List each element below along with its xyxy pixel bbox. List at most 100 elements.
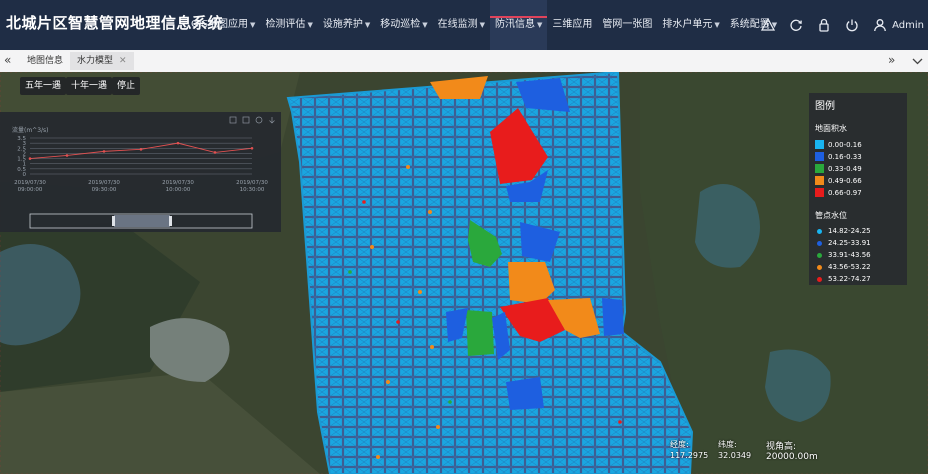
legend-item: 53.22-74.27 <box>815 275 871 283</box>
legend-dot <box>817 264 822 270</box>
nav-label: GIS地图应用 <box>191 19 249 30</box>
slider-handle-right[interactable] <box>169 216 172 226</box>
legend-swatch <box>815 152 824 161</box>
legend-swatch <box>815 140 824 149</box>
toolbox-zoom-icon[interactable] <box>229 116 237 124</box>
data-point <box>213 151 217 154</box>
nav-network-map[interactable]: 管网一张图 <box>597 0 657 50</box>
top-icons: Admin <box>761 0 924 50</box>
x-tick-label: 2019/07/30 <box>236 180 268 186</box>
caret-down-icon: ▼ <box>307 21 313 29</box>
time-slider[interactable] <box>29 213 253 229</box>
nav-patrol[interactable]: 移动巡检 ▼ <box>375 0 432 50</box>
caret-down-icon: ▼ <box>479 21 485 29</box>
x-tick-label: 2019/07/30 <box>14 180 46 186</box>
legend-label: 0.00-0.16 <box>828 140 862 149</box>
ten-year-button[interactable]: 十年一遇 <box>66 77 113 95</box>
legend-swatch <box>815 176 824 185</box>
tab-label: 水力模型 <box>77 56 114 66</box>
data-point <box>65 154 69 157</box>
legend-label: 14.82-24.25 <box>828 227 871 235</box>
x-tick-label: 10:30:00 <box>240 187 265 193</box>
refresh-icon[interactable] <box>789 18 803 32</box>
legend-dot <box>817 276 822 282</box>
user-menu[interactable]: Admin <box>873 18 924 32</box>
legend-item: 0.49-0.66 <box>815 176 862 185</box>
legend-dot <box>817 252 822 258</box>
legend-label: 53.22-74.27 <box>828 275 871 283</box>
legend-label: 33.91-43.56 <box>828 251 871 259</box>
stop-button[interactable]: 停止 <box>112 77 141 95</box>
five-year-button[interactable]: 五年一遇 <box>20 77 67 95</box>
legend-item: 0.16-0.33 <box>815 152 862 161</box>
data-point <box>176 141 180 145</box>
map-legend: 图例 地面积水 0.00-0.16 0.16-0.33 0.33-0.49 0.… <box>809 93 907 285</box>
power-icon[interactable] <box>845 18 859 32</box>
nav-3d[interactable]: 三维应用 <box>547 0 597 50</box>
nav-flood[interactable]: 防汛信息 ▼ <box>490 0 548 50</box>
legend-title: 图例 <box>815 101 835 112</box>
tab-bar: « 地图信息 水力模型 ✕ » <box>0 50 928 73</box>
nav-label: 移动巡检 <box>380 19 421 30</box>
nav-drainage-units[interactable]: 排水户单元 ▼ <box>657 0 724 50</box>
longitude-value: 117.2975 <box>670 451 709 460</box>
chevron-down-icon[interactable] <box>912 56 923 66</box>
close-icon[interactable]: ✕ <box>119 56 127 66</box>
series-line <box>29 142 253 160</box>
map-view[interactable]: 五年一遇 十年一遇 停止 流量(m^3/s) 3.5 3 2.5 2 1.5 1 0.5 0 2… <box>0 72 928 474</box>
top-bar: 北城片区智慧管网地理信息系统 GIS地图应用 ▼ 检测评估 ▼ 设施养护 ▼ 移动巡检… <box>0 0 928 50</box>
lock-icon[interactable] <box>817 18 831 32</box>
warning-icon[interactable] <box>761 18 776 32</box>
nav-label: 设施养护 <box>322 19 363 30</box>
legend-item: 0.33-0.49 <box>815 164 862 173</box>
caret-down-icon: ▼ <box>537 21 543 29</box>
data-point <box>250 146 254 150</box>
legend-area-title: 地面积水 <box>815 124 847 133</box>
nav-label: 管网一张图 <box>602 19 653 30</box>
view-height-value: 20000.00m <box>766 452 818 462</box>
username: Admin <box>892 19 924 31</box>
double-chevron-right-icon[interactable]: » <box>888 53 895 67</box>
x-tick-label: 09:30:00 <box>92 187 117 193</box>
legend-item: 0.66-0.97 <box>815 188 862 197</box>
flow-chart-panel: 流量(m^3/s) 3.5 3 2.5 2 1.5 1 0.5 0 2019/07/30 09:0… <box>0 112 281 232</box>
y-tick-label: 0 <box>23 172 27 178</box>
caret-down-icon: ▼ <box>250 21 256 29</box>
view-height-label: 视角高: <box>766 442 797 452</box>
x-tick-label: 10:00:00 <box>166 187 191 193</box>
nav-label: 检测评估 <box>265 19 306 30</box>
toolbox-download-icon[interactable] <box>269 117 275 124</box>
legend-dot <box>817 240 822 246</box>
x-tick-label: 2019/07/30 <box>162 180 194 186</box>
legend-swatch <box>815 164 824 173</box>
data-point <box>102 150 106 153</box>
toolbox-refresh-icon[interactable] <box>255 116 263 124</box>
tab-hydraulic-model[interactable]: 水力模型 ✕ <box>70 52 134 70</box>
legend-item: 14.82-24.25 <box>815 227 871 235</box>
nav-gis[interactable]: GIS地图应用 ▼ <box>186 0 260 50</box>
tab-map-info[interactable]: 地图信息 <box>20 52 70 70</box>
double-chevron-left-icon[interactable]: « <box>4 53 11 67</box>
nav-maintenance[interactable]: 设施养护 ▼ <box>318 0 375 50</box>
legend-label: 43.56-53.22 <box>828 263 871 271</box>
legend-label: 0.33-0.49 <box>828 164 862 173</box>
legend-swatch <box>815 188 824 197</box>
nav-label: 防汛信息 <box>495 19 535 30</box>
caret-down-icon: ▼ <box>714 21 720 29</box>
user-icon <box>874 19 886 32</box>
flow-chart: 流量(m^3/s) 3.532.521.510.502019/07/3009:0… <box>12 116 275 229</box>
nav-label: 三维应用 <box>552 19 593 30</box>
longitude-label: 经度: <box>670 440 689 449</box>
nav-label: 排水户单元 <box>662 19 713 30</box>
latitude-label: 纬度: <box>718 440 737 449</box>
legend-item: 0.00-0.16 <box>815 140 862 149</box>
main-nav: GIS地图应用 ▼ 检测评估 ▼ 设施养护 ▼ 移动巡检 ▼ 在线监测 ▼ 防汛信息 ▼ 三… <box>186 0 782 50</box>
nav-monitoring[interactable]: 在线监测 ▼ <box>433 0 490 50</box>
data-point <box>139 148 143 151</box>
toolbox-restore-icon[interactable] <box>242 116 250 124</box>
nav-inspection[interactable]: 检测评估 ▼ <box>260 0 317 50</box>
x-tick-label: 2019/07/30 <box>88 180 120 186</box>
slider-handle-left[interactable] <box>112 216 115 226</box>
data-point <box>28 157 32 160</box>
legend-item: 43.56-53.22 <box>815 263 871 271</box>
